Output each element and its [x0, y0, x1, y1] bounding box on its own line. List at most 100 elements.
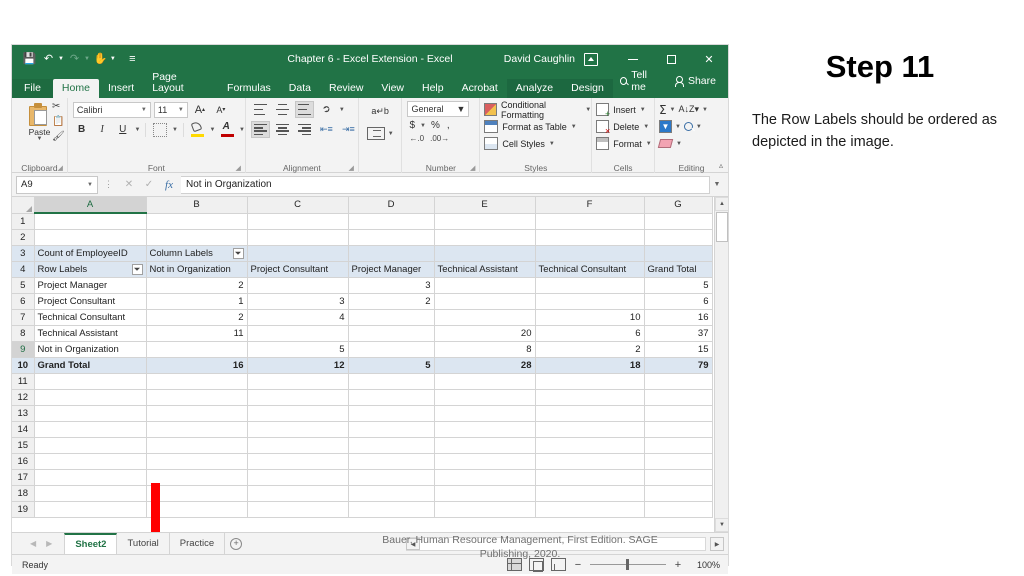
- cell-c2[interactable]: [247, 229, 349, 246]
- row-header-4[interactable]: 4: [12, 261, 35, 278]
- underline-button[interactable]: U: [114, 121, 132, 138]
- number-dialog-launcher[interactable]: ◢: [470, 164, 475, 172]
- clear-icon[interactable]: [657, 139, 674, 148]
- cell-a5[interactable]: Project Manager: [34, 277, 147, 294]
- cell-e13[interactable]: [434, 405, 536, 422]
- cell-d5[interactable]: 3: [348, 277, 435, 294]
- column-header-a[interactable]: A: [34, 197, 147, 214]
- cell-c8[interactable]: [247, 325, 349, 342]
- scroll-right-icon[interactable]: ▶: [710, 537, 724, 551]
- cell-f3[interactable]: [535, 245, 645, 262]
- cell-a2[interactable]: [34, 229, 147, 246]
- align-center-icon[interactable]: [273, 121, 292, 138]
- cell-c14[interactable]: [247, 421, 349, 438]
- borders-button[interactable]: [151, 121, 169, 138]
- cell-c16[interactable]: [247, 453, 349, 470]
- cell-a17[interactable]: [34, 469, 147, 486]
- collapse-ribbon-icon[interactable]: ▵: [719, 161, 723, 170]
- italic-button[interactable]: I: [93, 121, 111, 138]
- font-family-select[interactable]: Calibri ▼: [72, 101, 151, 118]
- cell-a18[interactable]: [34, 485, 147, 502]
- cell-d9[interactable]: [348, 341, 435, 358]
- tab-page-layout[interactable]: Page Layout: [143, 68, 218, 98]
- cell-c17[interactable]: [247, 469, 349, 486]
- cell-b2[interactable]: [146, 229, 248, 246]
- row-header-16[interactable]: 16: [12, 453, 35, 470]
- row-header-3[interactable]: 3: [12, 245, 35, 262]
- tab-help[interactable]: Help: [413, 79, 453, 99]
- cell-d8[interactable]: [348, 325, 435, 342]
- cell-styles-button[interactable]: Cell Styles ▼: [484, 135, 591, 152]
- cell-b12[interactable]: [146, 389, 248, 406]
- cell-d11[interactable]: [348, 373, 435, 390]
- cell-c11[interactable]: [247, 373, 349, 390]
- cell-b8[interactable]: 11: [146, 325, 248, 342]
- row-header-17[interactable]: 17: [12, 469, 35, 486]
- cell-a14[interactable]: [34, 421, 147, 438]
- format-painter-icon[interactable]: 🖌: [52, 132, 65, 142]
- previous-sheet-icon[interactable]: ◀: [30, 539, 36, 548]
- cell-f6[interactable]: [535, 293, 645, 310]
- row-header-15[interactable]: 15: [12, 437, 35, 454]
- cell-f11[interactable]: [535, 373, 645, 390]
- formula-input[interactable]: Not in Organization: [181, 175, 710, 194]
- cell-c1[interactable]: [247, 213, 349, 230]
- vertical-scrollbar[interactable]: ▲ ▼: [714, 197, 728, 532]
- cell-g9[interactable]: 15: [644, 341, 713, 358]
- tell-me-button[interactable]: Tell me: [613, 65, 668, 98]
- cell-d4[interactable]: Project Manager: [348, 261, 435, 278]
- name-box[interactable]: A9 ▼: [16, 175, 98, 194]
- cell-c3[interactable]: [247, 245, 349, 262]
- clipboard-dialog-launcher[interactable]: ◢: [57, 164, 62, 172]
- sheet-nav-arrows[interactable]: ◀ ▶: [12, 539, 64, 548]
- cell-d6[interactable]: 2: [348, 293, 435, 310]
- sheet-tab-sheet2[interactable]: Sheet2: [64, 532, 118, 555]
- tab-insert[interactable]: Insert: [99, 79, 143, 99]
- cell-b10[interactable]: 16: [146, 357, 248, 374]
- page-layout-view-icon[interactable]: [529, 558, 544, 572]
- column-header-b[interactable]: B: [146, 197, 248, 214]
- clear-dropdown-icon[interactable]: ▼: [676, 141, 682, 147]
- cell-b19[interactable]: [146, 501, 248, 518]
- cell-b17[interactable]: [146, 469, 248, 486]
- cell-d16[interactable]: [348, 453, 435, 470]
- cell-a15[interactable]: [34, 437, 147, 454]
- tab-formulas[interactable]: Formulas: [218, 79, 280, 99]
- undo-icon[interactable]: ↶: [40, 51, 57, 68]
- bold-button[interactable]: B: [73, 121, 91, 138]
- cell-d19[interactable]: [348, 501, 435, 518]
- cut-icon[interactable]: ✂: [52, 102, 65, 112]
- cell-b16[interactable]: [146, 453, 248, 470]
- sort-filter-icon[interactable]: A↓Z▾: [679, 104, 700, 115]
- sheet-tab-tutorial[interactable]: Tutorial: [117, 532, 170, 555]
- fill-dropdown-icon[interactable]: ▼: [675, 124, 681, 130]
- merge-dropdown-icon[interactable]: ▼: [388, 131, 394, 137]
- cell-c18[interactable]: [247, 485, 349, 502]
- vertical-scroll-thumb[interactable]: [716, 212, 728, 242]
- cell-f12[interactable]: [535, 389, 645, 406]
- tab-design[interactable]: Design: [562, 78, 613, 98]
- increase-font-size-icon[interactable]: A ▴: [191, 101, 209, 118]
- row-header-11[interactable]: 11: [12, 373, 35, 390]
- cell-g6[interactable]: 6: [644, 293, 713, 310]
- column-header-c[interactable]: C: [247, 197, 349, 214]
- cell-e14[interactable]: [434, 421, 536, 438]
- scroll-down-icon[interactable]: ▼: [715, 518, 728, 532]
- cell-c9[interactable]: 5: [247, 341, 349, 358]
- cell-d18[interactable]: [348, 485, 435, 502]
- copy-icon[interactable]: 📋: [52, 117, 65, 127]
- cell-d3[interactable]: [348, 245, 435, 262]
- insert-function-icon[interactable]: fx: [159, 179, 179, 191]
- cell-e5[interactable]: [434, 277, 536, 294]
- cell-e4[interactable]: Technical Assistant: [434, 261, 536, 278]
- cell-e8[interactable]: 20: [434, 325, 536, 342]
- add-sheet-button[interactable]: +: [225, 537, 247, 550]
- cell-f13[interactable]: [535, 405, 645, 422]
- column-labels-filter-icon[interactable]: [232, 247, 244, 259]
- cell-g10[interactable]: 79: [644, 357, 713, 374]
- tab-acrobat[interactable]: Acrobat: [453, 79, 507, 99]
- tab-home[interactable]: Home: [52, 78, 99, 98]
- delete-cells-button[interactable]: Delete ▼: [596, 118, 654, 136]
- cell-a6[interactable]: Project Consultant: [34, 293, 147, 310]
- row-header-14[interactable]: 14: [12, 421, 35, 438]
